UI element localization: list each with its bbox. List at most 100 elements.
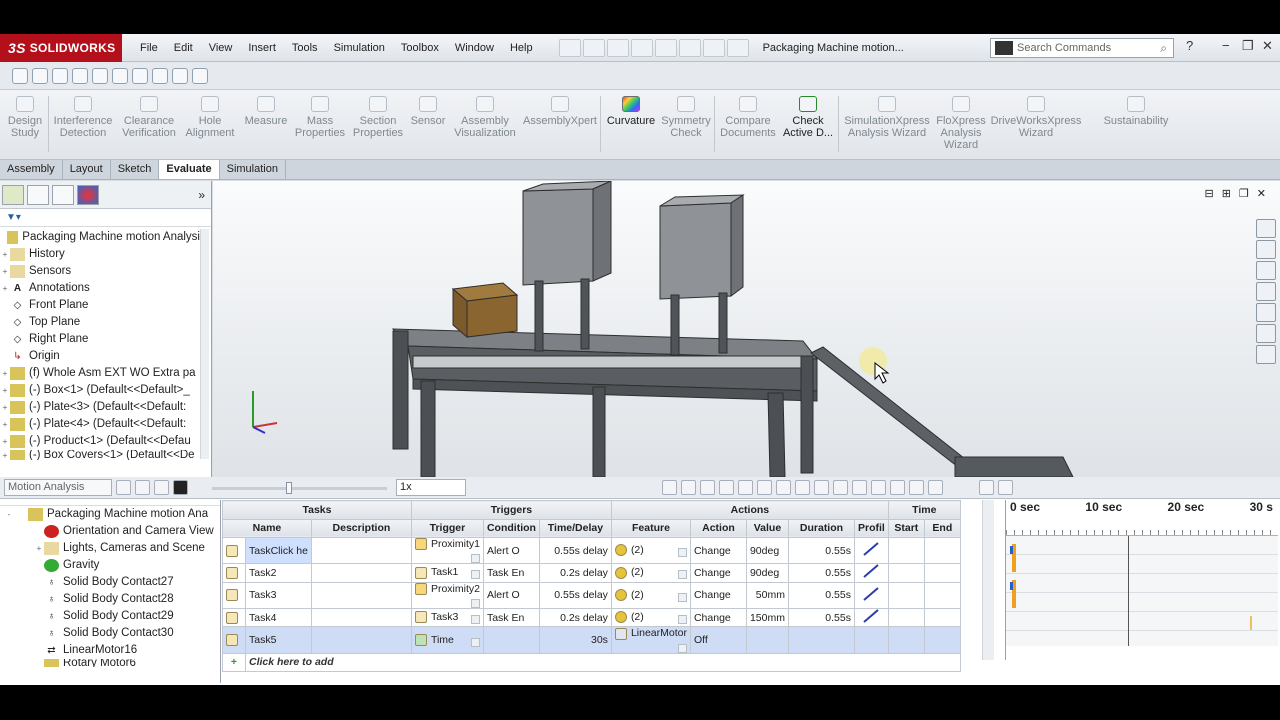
value-cell[interactable] bbox=[745, 626, 789, 654]
undo-icon[interactable] bbox=[654, 38, 677, 57]
time-delay-cell[interactable]: 0.55s delay bbox=[538, 581, 612, 609]
description-cell[interactable] bbox=[310, 563, 412, 583]
trigger-cell[interactable]: Task3 bbox=[410, 607, 484, 628]
dropdown-icon[interactable] bbox=[677, 615, 687, 625]
event-view-icon[interactable] bbox=[909, 480, 924, 495]
filter-icon[interactable]: ▼▾ bbox=[0, 209, 211, 227]
restore-icon[interactable]: ❐ bbox=[1242, 38, 1254, 54]
description-cell[interactable] bbox=[310, 626, 412, 654]
task-name-cell[interactable]: Task5 bbox=[245, 626, 312, 654]
motion-tree-item[interactable]: ♁ Solid Body Contact27 bbox=[0, 574, 220, 591]
motion-tree-item[interactable]: ♁ Solid Body Contact30 bbox=[0, 625, 220, 642]
section-properties-button[interactable]: Section Properties bbox=[350, 96, 406, 139]
motion-tree-item[interactable]: Orientation and Camera View bbox=[0, 523, 220, 540]
feature-cell[interactable]: (2) bbox=[610, 563, 691, 583]
assemblyxpert-button[interactable]: AssemblyXpert bbox=[522, 96, 598, 127]
tab-simulation[interactable]: Simulation bbox=[220, 160, 286, 179]
task-bar[interactable] bbox=[1250, 616, 1252, 630]
calculate-icon[interactable] bbox=[116, 480, 131, 495]
motion-tree-item[interactable]: Gravity bbox=[0, 557, 220, 574]
expand-panel-icon[interactable]: » bbox=[198, 188, 205, 202]
print-icon[interactable] bbox=[630, 38, 653, 57]
tree-item[interactable]: + History bbox=[0, 246, 200, 263]
tree-item[interactable]: + (-) Plate<3> (Default<<Default: bbox=[0, 399, 200, 416]
motion-collapse-icon[interactable] bbox=[998, 480, 1013, 495]
spring-icon[interactable] bbox=[776, 480, 791, 495]
motion-tree-item[interactable]: Rotary Motor6 bbox=[0, 659, 220, 667]
menu-toolbox[interactable]: Toolbox bbox=[393, 34, 447, 62]
action-cell[interactable]: Change bbox=[689, 536, 747, 565]
motor-icon[interactable] bbox=[757, 480, 772, 495]
save-animation-icon[interactable] bbox=[681, 480, 696, 495]
sensor-button[interactable]: Sensor bbox=[408, 96, 448, 127]
column-profile[interactable]: Profil bbox=[853, 518, 889, 538]
dropdown-icon[interactable] bbox=[470, 615, 480, 625]
select-icon[interactable] bbox=[678, 38, 701, 57]
duration-cell[interactable]: 0.55s bbox=[787, 607, 855, 628]
value-cell[interactable]: 150mm bbox=[745, 607, 789, 628]
grid-scrollbar[interactable] bbox=[982, 500, 994, 660]
tab-sketch[interactable]: Sketch bbox=[111, 160, 160, 179]
profile-cell[interactable] bbox=[853, 626, 889, 654]
add-icon[interactable]: + bbox=[222, 652, 246, 673]
duration-cell[interactable]: 0.55s bbox=[787, 563, 855, 583]
assembly-visualization-button[interactable]: Assembly Visualization bbox=[452, 96, 518, 139]
condition-cell[interactable]: Alert O bbox=[482, 581, 540, 609]
search-icon[interactable]: ⌕ bbox=[1160, 41, 1167, 56]
minimize-icon[interactable]: − bbox=[1222, 38, 1230, 53]
appearances-icon[interactable] bbox=[1256, 324, 1276, 343]
save-icon[interactable] bbox=[606, 38, 629, 57]
dropdown-icon[interactable] bbox=[677, 643, 687, 653]
time-delay-cell[interactable]: 0.2s delay bbox=[538, 563, 612, 583]
menu-help[interactable]: Help bbox=[502, 34, 541, 62]
slider-handle[interactable] bbox=[286, 482, 292, 494]
feature-tree-tab-icon[interactable] bbox=[2, 184, 24, 205]
appearance-tab-icon[interactable] bbox=[77, 184, 99, 205]
value-cell[interactable]: 90deg bbox=[745, 536, 789, 565]
menu-window[interactable]: Window bbox=[447, 34, 502, 62]
scene-icon[interactable] bbox=[172, 67, 188, 84]
click-here-to-add[interactable]: Click here to add bbox=[245, 652, 961, 673]
motion-panel-icon[interactable] bbox=[979, 480, 994, 495]
section-view-icon[interactable] bbox=[72, 67, 88, 84]
edit-appearance-icon[interactable] bbox=[152, 67, 168, 84]
mass-properties-button[interactable]: Mass Properties bbox=[294, 96, 346, 139]
column-action[interactable]: Action bbox=[689, 518, 747, 538]
graphics-viewport[interactable]: ⊟ ⊞ ❐ ✕ bbox=[213, 181, 1280, 477]
help-icon[interactable]: ? bbox=[1186, 38, 1193, 53]
close-view-icon[interactable]: ✕ bbox=[1257, 187, 1266, 200]
column-start[interactable]: Start bbox=[887, 518, 925, 538]
feature-tree-scrollbar[interactable] bbox=[200, 229, 209, 459]
duration-cell[interactable] bbox=[787, 626, 855, 654]
action-cell[interactable]: Change bbox=[689, 563, 747, 583]
curvature-button[interactable]: Curvature bbox=[604, 96, 658, 127]
trigger-cell[interactable]: Time bbox=[410, 626, 484, 654]
tree-item[interactable]: ◇ Front Plane bbox=[0, 297, 200, 314]
value-cell[interactable]: 50mm bbox=[745, 581, 789, 609]
dropdown-icon[interactable] bbox=[677, 548, 687, 558]
search-commands-box[interactable]: Search Commands ⌕ bbox=[990, 38, 1174, 58]
feature-cell[interactable]: LinearMotor bbox=[610, 626, 691, 654]
value-cell[interactable]: 90deg bbox=[745, 563, 789, 583]
gravity-icon[interactable] bbox=[852, 480, 867, 495]
tree-item[interactable]: + (-) Box<1> (Default<<Default>_ bbox=[0, 382, 200, 399]
column-description[interactable]: Description bbox=[310, 518, 412, 538]
time-delay-cell[interactable]: 30s bbox=[538, 626, 612, 654]
property-manager-tab-icon[interactable] bbox=[27, 184, 49, 205]
menu-file[interactable]: File bbox=[132, 34, 166, 62]
timeline-time-bar[interactable] bbox=[1128, 536, 1129, 646]
sustainability-button[interactable]: Sustainability bbox=[1096, 96, 1176, 127]
compare-documents-button[interactable]: Compare Documents bbox=[718, 96, 778, 139]
driveworksxpress-button[interactable]: DriveWorksXpress Wizard bbox=[990, 96, 1082, 139]
configuration-tab-icon[interactable] bbox=[52, 184, 74, 205]
split-icon[interactable]: ⊞ bbox=[1222, 187, 1231, 200]
collapse-icon[interactable] bbox=[928, 480, 943, 495]
tile-icon[interactable]: ⊟ bbox=[1204, 187, 1213, 200]
condition-cell[interactable] bbox=[482, 626, 540, 654]
time-delay-cell[interactable]: 0.2s delay bbox=[538, 607, 612, 628]
description-cell[interactable] bbox=[310, 581, 412, 609]
zoom-area-icon[interactable] bbox=[32, 67, 48, 84]
search-input[interactable]: Search Commands bbox=[1017, 42, 1111, 54]
menu-view[interactable]: View bbox=[201, 34, 241, 62]
display-style-icon[interactable] bbox=[112, 67, 128, 84]
